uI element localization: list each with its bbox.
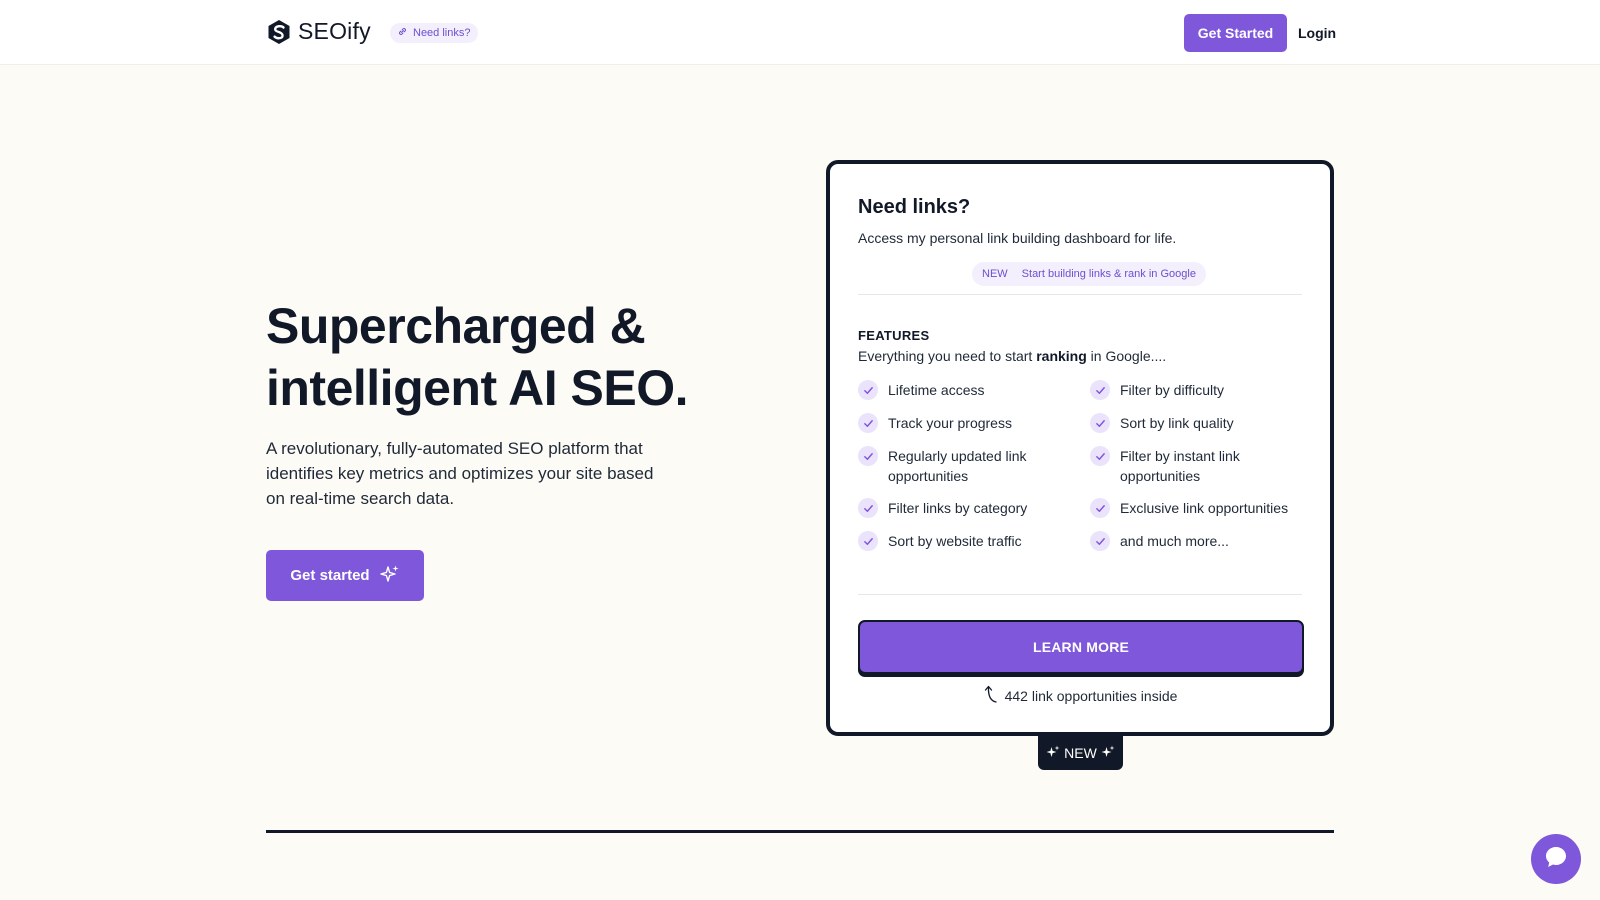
section-divider bbox=[266, 830, 1334, 833]
new-badge: NEW bbox=[1038, 736, 1123, 770]
feature-label: Lifetime access bbox=[888, 382, 985, 398]
check-icon bbox=[1090, 498, 1110, 518]
hero-subtitle: A revolutionary, fully-automated SEO pla… bbox=[266, 439, 654, 508]
check-icon bbox=[858, 413, 878, 433]
feature-label: Regularly updated link opportunities bbox=[888, 448, 1027, 484]
feature-label: Track your progress bbox=[888, 415, 1012, 431]
curved-arrow-up-icon bbox=[983, 684, 999, 707]
feature-label: Filter links by category bbox=[888, 500, 1028, 516]
logo-text: SEOify bbox=[298, 18, 371, 44]
link-icon bbox=[397, 26, 408, 40]
feature-item: Exclusive link opportunities bbox=[1090, 498, 1300, 518]
check-icon bbox=[858, 531, 878, 551]
feature-label: Exclusive link opportunities bbox=[1120, 500, 1289, 516]
features-subtitle-before: Everything you need to start bbox=[858, 348, 1037, 364]
feature-label: Sort by link quality bbox=[1120, 415, 1234, 431]
sparkle-icon bbox=[379, 564, 400, 588]
top-navigation-bar: SEOify Need links? Get Started Login bbox=[0, 0, 1600, 65]
feature-item: and much more... bbox=[1090, 531, 1290, 551]
feature-item: Filter by difficulty bbox=[1090, 380, 1290, 400]
card-subtitle: Access my personal link building dashboa… bbox=[858, 230, 1177, 246]
login-link[interactable]: Login bbox=[1298, 22, 1336, 44]
feature-item: Lifetime access bbox=[858, 380, 1058, 400]
feature-item: Filter by instant link opportunities bbox=[1090, 446, 1270, 486]
hero-title: Supercharged & intelligent AI SEO. bbox=[266, 298, 689, 416]
hero-get-started-button[interactable]: Get started bbox=[266, 550, 424, 601]
check-icon bbox=[1090, 446, 1110, 466]
check-icon bbox=[858, 498, 878, 518]
check-icon bbox=[1090, 380, 1110, 400]
card-pill-new-tag: NEW bbox=[982, 268, 1008, 280]
card-pill-text: Start building links & rank in Google bbox=[1021, 268, 1196, 280]
need-links-pill-label: Need links? bbox=[413, 27, 471, 39]
check-icon bbox=[858, 446, 878, 466]
sparkle-icon bbox=[1046, 745, 1060, 762]
learn-more-button[interactable]: LEARN MORE bbox=[858, 620, 1304, 674]
chat-bubble-icon bbox=[1542, 843, 1570, 876]
chat-widget-button[interactable] bbox=[1531, 834, 1581, 884]
feature-item: Filter links by category bbox=[858, 498, 1058, 518]
check-icon bbox=[1090, 531, 1110, 551]
feature-item: Track your progress bbox=[858, 413, 1058, 433]
feature-label: Filter by difficulty bbox=[1120, 382, 1224, 398]
opportunities-note: 442 link opportunities inside bbox=[830, 684, 1330, 707]
card-new-pill: NEW Start building links & rank in Googl… bbox=[972, 262, 1206, 286]
opportunities-text: 442 link opportunities inside bbox=[1004, 687, 1178, 704]
logo[interactable]: SEOify bbox=[266, 18, 371, 45]
features-subtitle: Everything you need to start ranking in … bbox=[858, 348, 1166, 364]
check-icon bbox=[858, 380, 878, 400]
need-links-card: Need links? Access my personal link buil… bbox=[826, 160, 1334, 736]
new-badge-label: NEW bbox=[1064, 745, 1097, 761]
feature-label: and much more... bbox=[1120, 533, 1229, 549]
feature-label: Filter by instant link opportunities bbox=[1120, 448, 1240, 484]
check-icon bbox=[1090, 413, 1110, 433]
feature-label: Sort by website traffic bbox=[888, 533, 1022, 549]
sparkle-icon bbox=[1101, 745, 1115, 762]
feature-item: Sort by link quality bbox=[1090, 413, 1290, 433]
need-links-pill[interactable]: Need links? bbox=[390, 23, 479, 43]
card-divider-bottom bbox=[858, 594, 1302, 595]
card-title: Need links? bbox=[858, 196, 971, 218]
header-get-started-button[interactable]: Get Started bbox=[1184, 14, 1287, 52]
features-subtitle-bold: ranking bbox=[1036, 348, 1087, 364]
card-divider-top bbox=[858, 294, 1302, 295]
feature-item: Regularly updated link opportunities bbox=[858, 446, 1048, 486]
feature-item: Sort by website traffic bbox=[858, 531, 1058, 551]
hero-cta-label: Get started bbox=[290, 567, 370, 584]
seoify-logo-icon bbox=[266, 19, 292, 45]
features-subtitle-after: in Google.... bbox=[1086, 348, 1167, 364]
features-label: FEATURES bbox=[858, 328, 930, 343]
